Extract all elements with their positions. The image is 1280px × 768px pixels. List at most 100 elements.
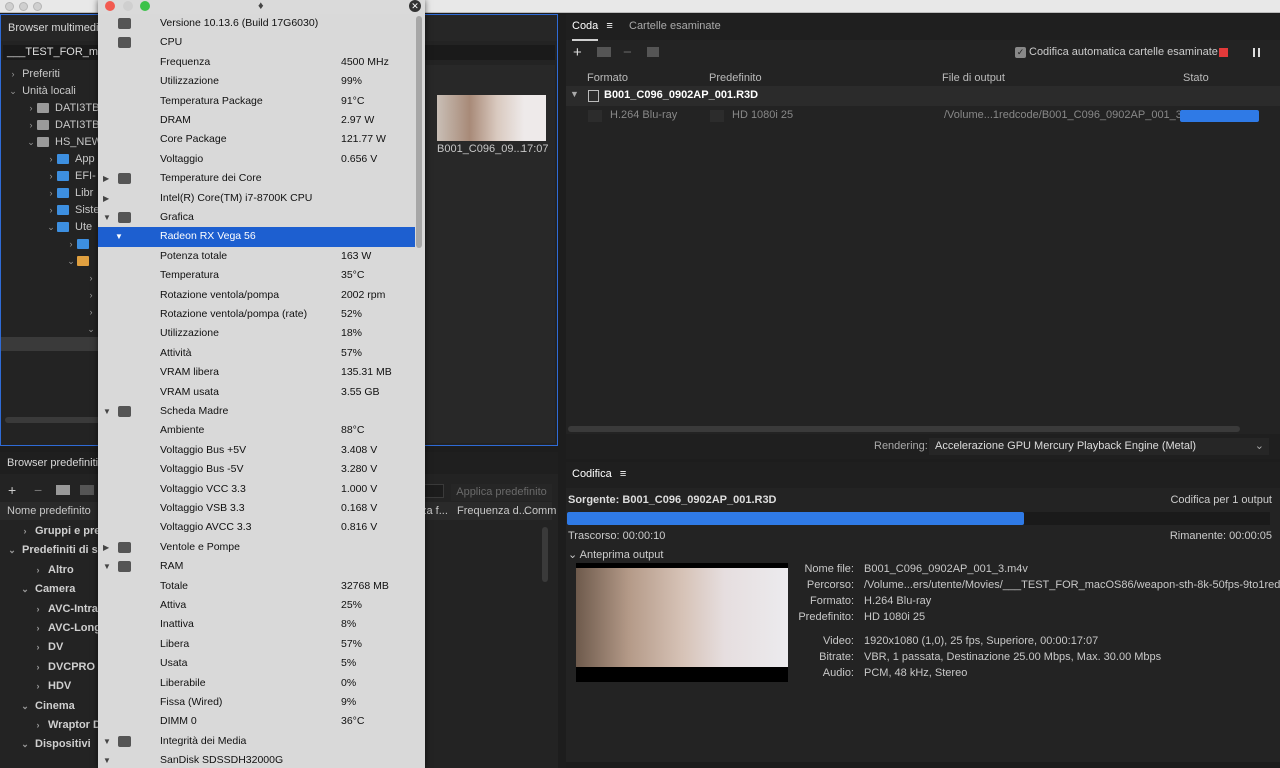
stat-row[interactable]: VRAM usata 3.55 GB (98, 383, 415, 402)
auto-encode-checkbox[interactable]: ✓ (1015, 47, 1026, 58)
tree-folder[interactable]: ⌄ (65, 253, 95, 270)
stat-row[interactable]: Fissa (Wired) 9% (98, 693, 415, 712)
rendering-select[interactable]: Accelerazione GPU Mercury Playback Engin… (929, 438, 1269, 455)
col-output[interactable]: File di output (942, 72, 1005, 84)
tab-queue[interactable]: Coda ≡ (572, 20, 613, 32)
menu-icon[interactable]: ≡ (606, 20, 612, 32)
preset-row[interactable]: › Altro (32, 561, 74, 580)
queue-item-row[interactable]: ▼ B001_C096_0902AP_001.R3D (566, 86, 1280, 106)
settings-icon[interactable] (80, 485, 94, 495)
tree-folder[interactable]: › Libr (45, 185, 94, 202)
vertical-scrollbar[interactable] (542, 527, 548, 582)
tree-folder[interactable]: › Siste (45, 202, 100, 219)
tree-folder[interactable]: ⌄ (85, 321, 97, 338)
stat-row[interactable]: Frequenza 4500 MHz (98, 53, 415, 72)
stat-row[interactable]: Rotazione ventola/pompa 2002 rpm (98, 286, 415, 305)
preset-row[interactable]: › DV (32, 638, 64, 657)
remove-preset-icon[interactable]: − (34, 482, 42, 498)
col-status[interactable]: Stato (1183, 72, 1209, 84)
tree-folder[interactable]: › (85, 287, 97, 304)
zoom-window-button[interactable] (33, 2, 42, 11)
output-file[interactable]: /Volume...1redcode/B001_C096_0902AP_001_… (944, 109, 1206, 121)
add-preset-icon[interactable]: + (8, 482, 16, 498)
group-icon[interactable] (56, 485, 70, 495)
tree-folder[interactable]: ⌄ Ute (45, 219, 92, 236)
stat-row[interactable]: Potenza totale 163 W (98, 247, 415, 266)
output-preview-toggle[interactable]: ⌄ Anteprima output (568, 548, 663, 561)
stat-row[interactable]: Rotazione ventola/pompa (rate) 52% (98, 305, 415, 324)
stat-row[interactable]: DIMM 0 36°C (98, 712, 415, 731)
disclosure-closed-icon[interactable]: ▶ (103, 189, 109, 208)
col-preset[interactable]: Predefinito (709, 72, 762, 84)
output-format[interactable]: H.264 Blu-ray (610, 109, 677, 121)
output-preset[interactable]: HD 1080i 25 (732, 109, 793, 121)
preset-dropdown-icon[interactable] (710, 110, 724, 122)
tab-encoding[interactable]: Codifica ≡ (572, 468, 626, 480)
stat-row[interactable]: ▶ Temperature dei Core (98, 169, 415, 188)
stat-row[interactable]: VRAM libera 135.31 MB (98, 363, 415, 382)
disclosure-open-icon[interactable]: ▼ (103, 732, 111, 751)
preset-row[interactable]: › AVC-Intra (32, 600, 98, 619)
disclosure-open-icon[interactable]: ▼ (115, 227, 123, 246)
disclosure-open-icon[interactable]: ▼ (103, 751, 111, 768)
queue-output-row[interactable]: H.264 Blu-ray HD 1080i 25 /Volume...1red… (566, 106, 1280, 126)
stat-row[interactable]: ▼ RAM (98, 557, 415, 576)
disclosure-open-icon[interactable]: ▼ (103, 208, 111, 227)
tree-drive[interactable]: › DATI3TB (25, 100, 100, 117)
remove-icon[interactable]: − (623, 44, 632, 61)
tree-folder[interactable]: › EFI- (45, 168, 96, 185)
preset-row[interactable]: ⌄ Camera (19, 580, 75, 599)
stat-row[interactable]: Ambiente 88°C (98, 421, 415, 440)
stat-row[interactable]: ▼ Grafica (98, 208, 415, 227)
preset-row[interactable]: › HDV (32, 677, 72, 696)
tree-favorites[interactable]: › Preferiti (7, 66, 60, 83)
stat-row[interactable]: Voltaggio Bus -5V 3.280 V (98, 460, 415, 479)
stat-row[interactable]: ▼ Integrità dei Media (98, 732, 415, 751)
stat-row[interactable]: Voltaggio AVCC 3.3 0.816 V (98, 518, 415, 537)
stat-row[interactable]: ▶ Ventole e Pompe (98, 538, 415, 557)
tree-folder[interactable]: › (85, 304, 97, 321)
disclosure-open-icon[interactable]: ▼ (103, 557, 111, 576)
stat-row[interactable]: Temperatura Package 91°C (98, 92, 415, 111)
col-comment[interactable]: Comm (524, 502, 556, 520)
chevron-down-icon[interactable]: ▼ (570, 89, 579, 99)
close-icon[interactable] (105, 1, 115, 11)
disclosure-closed-icon[interactable]: ▶ (103, 538, 109, 557)
stat-row[interactable]: ▼ Radeon RX Vega 56 (98, 227, 415, 247)
tab-watch-folders[interactable]: Cartelle esaminate (629, 20, 721, 32)
stat-row[interactable]: Voltaggio 0.656 V (98, 150, 415, 169)
stop-button[interactable] (1219, 48, 1228, 57)
stat-row[interactable]: Usata 5% (98, 654, 415, 673)
apply-preset-button[interactable]: Applica predefinito (451, 484, 552, 501)
tree-folder[interactable]: › App (45, 151, 95, 168)
stat-row[interactable]: Voltaggio VCC 3.3 1.000 V (98, 480, 415, 499)
disclosure-closed-icon[interactable]: ▶ (103, 169, 109, 188)
stat-row[interactable]: CPU (98, 33, 415, 52)
preset-row[interactable]: ⌄ Predefiniti di sist (6, 541, 110, 560)
add-icon[interactable]: + (573, 44, 582, 61)
stat-row[interactable]: ▼ Scheda Madre (98, 402, 415, 421)
pause-button[interactable] (1253, 48, 1260, 57)
close-popup-icon[interactable]: ✕ (409, 0, 421, 12)
preset-row[interactable]: › DVCPRO (32, 658, 96, 677)
close-window-button[interactable] (5, 2, 14, 11)
stat-row[interactable]: Utilizzazione 18% (98, 324, 415, 343)
settings-icon[interactable] (597, 47, 611, 57)
tree-drive[interactable]: › DATI3TB (25, 117, 100, 134)
tree-drive[interactable]: ⌄ HS_NEW (25, 134, 102, 151)
minimize-icon[interactable] (123, 1, 133, 11)
duplicate-icon[interactable] (647, 47, 659, 57)
stat-row[interactable]: Voltaggio VSB 3.3 0.168 V (98, 499, 415, 518)
col-format[interactable]: za f... (421, 502, 448, 520)
zoom-icon[interactable] (140, 1, 150, 11)
minimize-window-button[interactable] (19, 2, 28, 11)
menu-icon[interactable]: ≡ (620, 468, 626, 480)
stat-row[interactable]: Liberabile 0% (98, 674, 415, 693)
preset-row[interactable]: ⌄ Dispositivi (19, 735, 90, 754)
col-format[interactable]: Formato (587, 72, 628, 84)
tree-folder[interactable]: › (65, 236, 95, 253)
stat-row[interactable]: ▼ SanDisk SDSSDH32000G (98, 751, 415, 768)
col-frequency[interactable]: Frequenza d... (457, 502, 528, 520)
clip-thumbnail[interactable] (437, 95, 546, 141)
preset-row[interactable]: ⌄ Cinema (19, 697, 75, 716)
